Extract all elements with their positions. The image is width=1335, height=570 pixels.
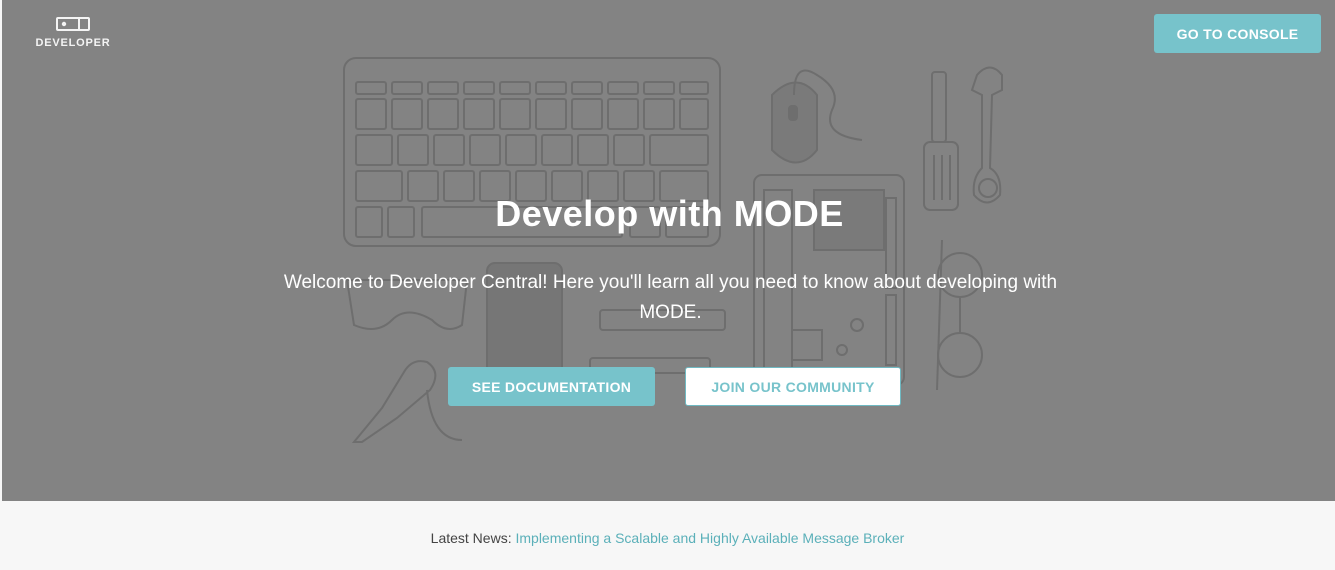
- logo-text: DEVELOPER: [35, 37, 111, 49]
- soldering-iron-illustration: [351, 360, 437, 443]
- latest-news-label: Latest News:: [430, 530, 512, 546]
- hero-section: DEVELOPER GO TO CONSOLE Develop with MOD…: [2, 0, 1335, 501]
- latest-news-bar: Latest News: Implementing a Scalable and…: [0, 530, 1335, 546]
- join-community-button[interactable]: JOIN OUR COMMUNITY: [685, 367, 901, 406]
- hero-title: Develop with MODE: [495, 193, 844, 234]
- hero-subtitle: Welcome to Developer Central! Here you'l…: [283, 272, 1058, 323]
- wrench-illustration: [970, 66, 1003, 204]
- mode-logo-icon: [56, 17, 90, 31]
- go-to-console-button[interactable]: GO TO CONSOLE: [1154, 14, 1321, 53]
- screwdriver-illustration: [931, 71, 947, 143]
- latest-news-link[interactable]: Implementing a Scalable and Highly Avail…: [515, 530, 904, 546]
- developer-logo[interactable]: DEVELOPER: [32, 17, 114, 49]
- hardware-illustration-background: [343, 57, 1003, 443]
- see-documentation-button[interactable]: SEE DOCUMENTATION: [448, 367, 655, 406]
